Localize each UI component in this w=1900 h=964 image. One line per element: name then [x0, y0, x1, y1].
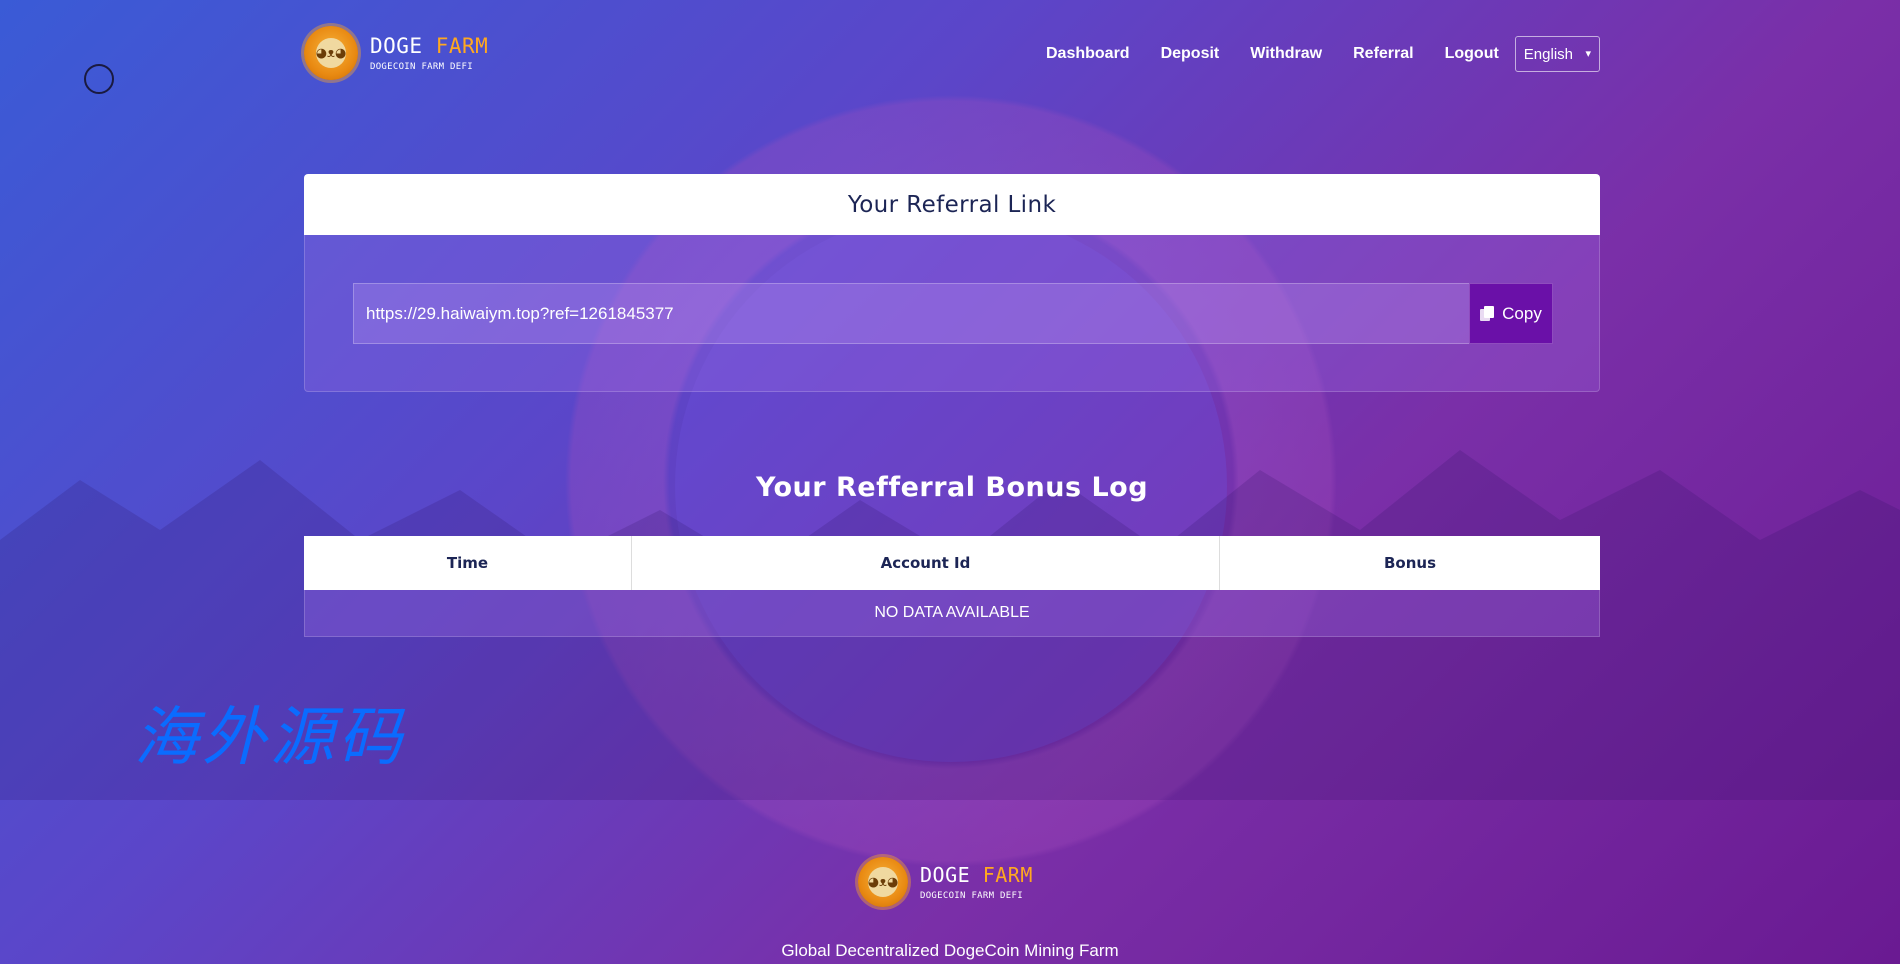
cursor-indicator [84, 64, 114, 94]
column-header-bonus: Bonus [1383, 554, 1437, 572]
header-logo[interactable]: ◕ᴥ◕ DOGE FARM DOGECOIN FARM DEFI [304, 26, 488, 80]
chevron-down-icon: ▾ [1585, 48, 1591, 60]
copy-icon [1480, 305, 1495, 322]
referral-link-row: https://29.haiwaiym.top?ref=1261845377 C… [353, 283, 1553, 344]
table-empty-row: NO DATA AVAILABLE [304, 590, 1600, 637]
footer-tagline: Global Decentralized DogeCoin Mining Far… [781, 941, 1119, 960]
nav-withdraw[interactable]: Withdraw [1250, 45, 1322, 63]
referral-link-input[interactable]: https://29.haiwaiym.top?ref=1261845377 [353, 283, 1469, 344]
watermark-text: 海外源码 [134, 701, 406, 775]
referral-card-body: https://29.haiwaiym.top?ref=1261845377 C… [304, 235, 1600, 392]
footer-brand-subtitle: DOGECOIN FARM DEFI [920, 891, 1023, 901]
brand-subtitle: DOGECOIN FARM DEFI [370, 62, 473, 72]
column-header-account-id: Account Id [632, 536, 1220, 590]
doge-logo-icon: ◕ᴥ◕ [304, 26, 358, 80]
column-header-time: Time [304, 536, 632, 590]
brand-name: DOGE FARM [370, 34, 489, 58]
language-value: English [1523, 45, 1573, 63]
main-nav: Dashboard Deposit Withdraw Referral Logo… [1046, 36, 1600, 72]
nav-deposit[interactable]: Deposit [1161, 45, 1220, 63]
bonus-log-title: Your Refferral Bonus Log [755, 472, 1149, 503]
table-header: Time Account Id Bonus [304, 536, 1600, 590]
language-select[interactable]: English ▾ [1514, 36, 1600, 72]
referral-card-title: Your Referral Link [304, 174, 1600, 235]
doge-logo-icon: ◕ᴥ◕ [858, 857, 908, 907]
nav-dashboard[interactable]: Dashboard [1046, 45, 1130, 63]
copy-button[interactable]: Copy [1469, 283, 1553, 344]
nav-referral[interactable]: Referral [1353, 45, 1413, 63]
nav-logout[interactable]: Logout [1445, 45, 1499, 63]
copy-button-label: Copy [1502, 303, 1542, 323]
bonus-log-table: Time Account Id Bonus NO DATA AVAILABLE [304, 536, 1600, 637]
referral-link-card: Your Referral Link https://29.haiwaiym.t… [304, 174, 1600, 392]
site-header: ◕ᴥ◕ DOGE FARM DOGECOIN FARM DEFI Dashboa… [304, 26, 1600, 86]
footer-brand-name: DOGE FARM [920, 863, 1033, 887]
footer-logo[interactable]: ◕ᴥ◕ DOGE FARM DOGECOIN FARM DEFI [858, 857, 1033, 907]
